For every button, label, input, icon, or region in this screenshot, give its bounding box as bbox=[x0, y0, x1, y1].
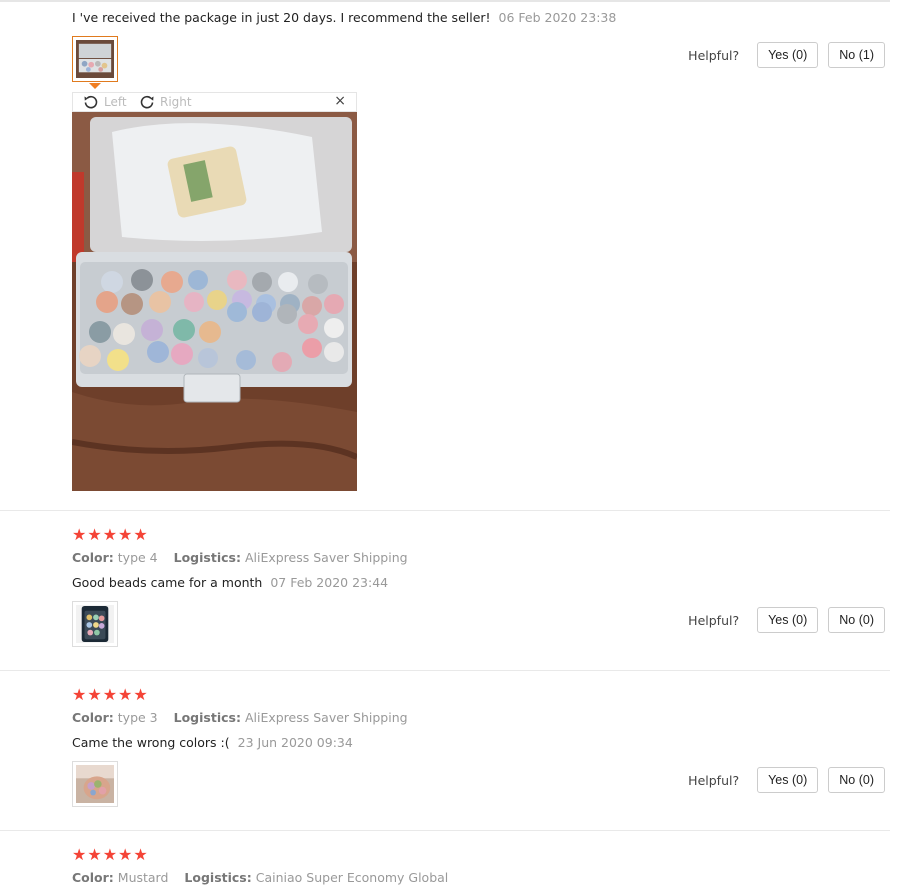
review-1-text: I 've received the package in just 20 da… bbox=[72, 10, 616, 25]
review-2-attributes: Color: type 4 Logistics: AliExpress Save… bbox=[72, 550, 408, 565]
review-2-helpful: Helpful? Yes (0) No (0) bbox=[688, 607, 885, 633]
review-divider bbox=[0, 670, 890, 671]
review-3-attributes: Color: type 3 Logistics: AliExpress Save… bbox=[72, 710, 408, 725]
rotate-left-label: Left bbox=[104, 95, 127, 109]
helpful-yes-button[interactable]: Yes (0) bbox=[757, 767, 819, 793]
color-label: Color: bbox=[72, 870, 114, 885]
logistics-value: Cainiao Super Economy Global bbox=[255, 870, 449, 885]
review-1-helpful: Helpful? Yes (0) No (1) bbox=[688, 42, 885, 68]
beads-box-photo bbox=[72, 112, 357, 491]
helpful-label: Helpful? bbox=[688, 612, 740, 628]
thumbnail-image bbox=[76, 605, 114, 643]
color-value: Mustard bbox=[117, 870, 169, 885]
color-value: type 3 bbox=[117, 710, 158, 725]
active-thumbnail-pointer bbox=[89, 83, 101, 89]
logistics-value: AliExpress Saver Shipping bbox=[244, 710, 408, 725]
rotate-left-button[interactable]: Left bbox=[83, 94, 127, 110]
review-date: 06 Feb 2020 23:38 bbox=[498, 10, 617, 25]
rotate-right-button[interactable]: Right bbox=[139, 94, 192, 110]
helpful-yes-button[interactable]: Yes (0) bbox=[757, 607, 819, 633]
close-viewer-button[interactable]: × bbox=[334, 93, 346, 109]
color-label: Color: bbox=[72, 550, 114, 565]
logistics-label: Logistics: bbox=[173, 710, 241, 725]
logistics-value: AliExpress Saver Shipping bbox=[244, 550, 408, 565]
review-3-helpful: Helpful? Yes (0) No (0) bbox=[688, 767, 885, 793]
thumbnail-image bbox=[76, 765, 114, 803]
helpful-yes-button[interactable]: Yes (0) bbox=[757, 42, 819, 68]
review-comment: Came the wrong colors :( bbox=[72, 735, 230, 750]
review-3-text: Came the wrong colors :( 23 Jun 2020 09:… bbox=[72, 735, 353, 750]
review-1-photo-thumbnail[interactable] bbox=[72, 36, 118, 82]
helpful-no-button[interactable]: No (0) bbox=[828, 767, 885, 793]
helpful-no-button[interactable]: No (1) bbox=[828, 42, 885, 68]
thumbnail-image bbox=[76, 40, 114, 78]
rotate-right-icon bbox=[140, 95, 154, 109]
logistics-label: Logistics: bbox=[184, 870, 252, 885]
review-comment: I 've received the package in just 20 da… bbox=[72, 10, 491, 25]
helpful-no-button[interactable]: No (0) bbox=[828, 607, 885, 633]
review-2-photo-thumbnail[interactable] bbox=[72, 601, 118, 647]
rating-stars: ★★★★★ bbox=[72, 525, 149, 544]
review-date: 23 Jun 2020 09:34 bbox=[237, 735, 353, 750]
color-value: type 4 bbox=[117, 550, 158, 565]
color-label: Color: bbox=[72, 710, 114, 725]
rotate-left-icon bbox=[84, 95, 98, 109]
rating-stars: ★★★★★ bbox=[72, 845, 149, 864]
logistics-label: Logistics: bbox=[173, 550, 241, 565]
rotate-right-label: Right bbox=[160, 95, 192, 109]
helpful-label: Helpful? bbox=[688, 772, 740, 788]
review-comment: Good beads came for a month bbox=[72, 575, 263, 590]
review-divider bbox=[0, 510, 890, 511]
review-photo-large bbox=[72, 112, 357, 491]
helpful-label: Helpful? bbox=[688, 47, 740, 63]
image-viewer-toolbar: Left Right × bbox=[72, 92, 357, 112]
review-3-photo-thumbnail[interactable] bbox=[72, 761, 118, 807]
review-4-attributes: Color: Mustard Logistics: Cainiao Super … bbox=[72, 870, 448, 885]
review-date: 07 Feb 2020 23:44 bbox=[270, 575, 389, 590]
rating-stars: ★★★★★ bbox=[72, 685, 149, 704]
top-divider bbox=[0, 0, 890, 2]
review-divider bbox=[0, 830, 890, 831]
review-2-text: Good beads came for a month 07 Feb 2020 … bbox=[72, 575, 388, 590]
